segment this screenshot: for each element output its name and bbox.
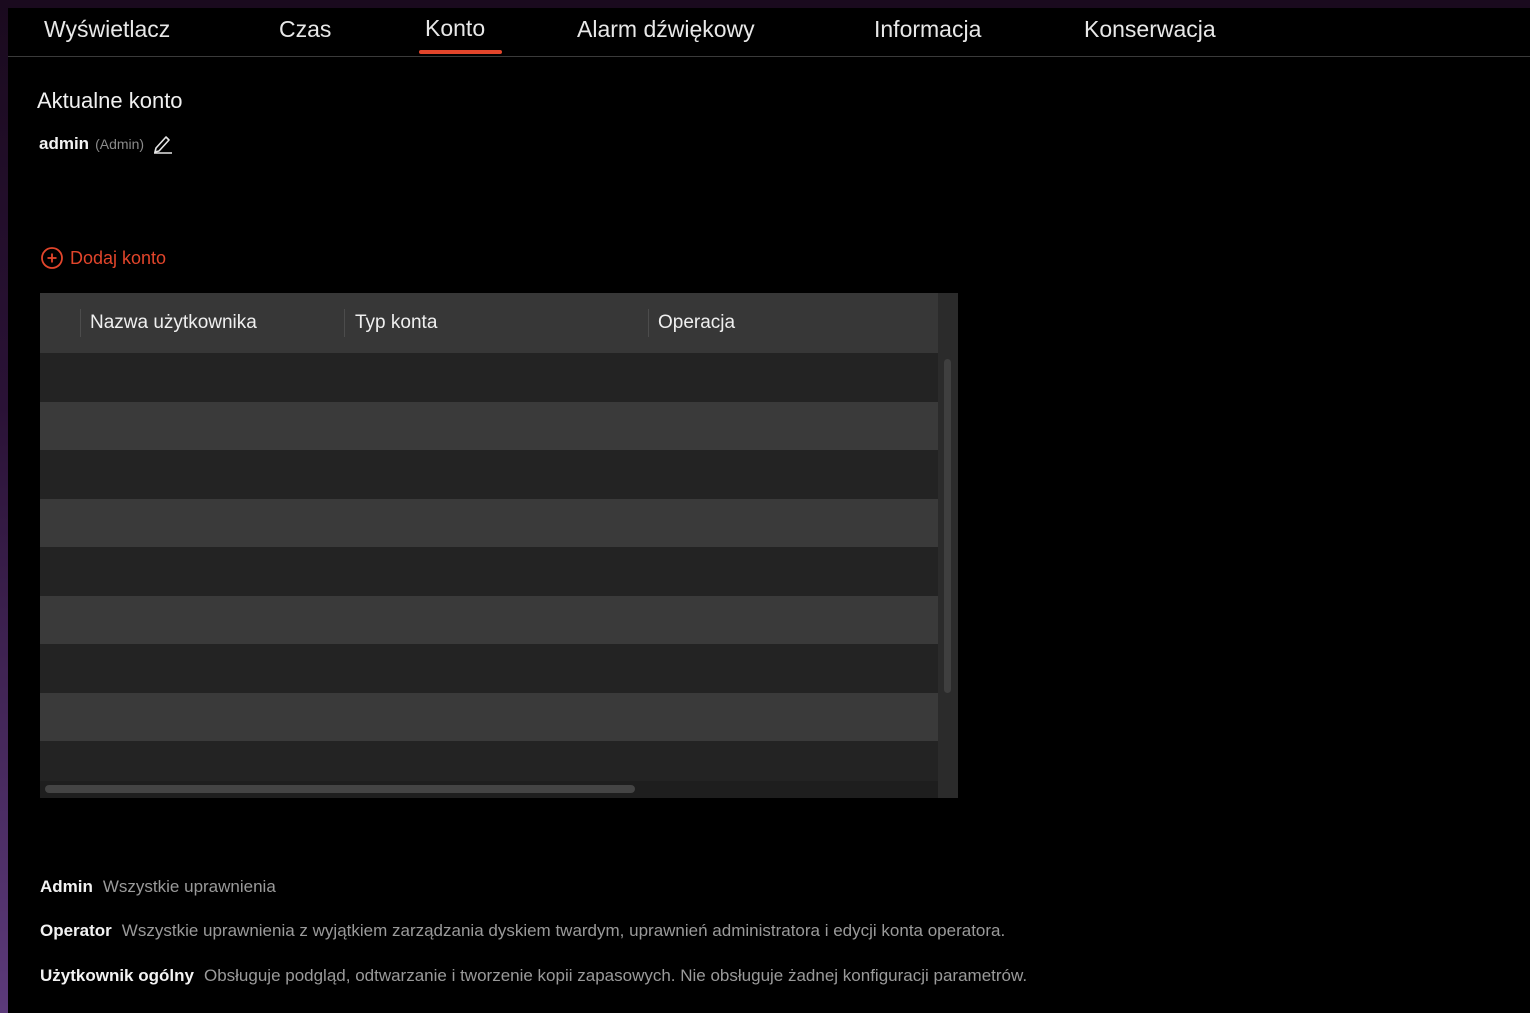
tab-display[interactable]: Wyświetlacz [44, 16, 170, 43]
tab-maintenance[interactable]: Konserwacja [1084, 16, 1216, 43]
current-account-title: Aktualne konto [37, 88, 183, 113]
table-row [40, 644, 938, 693]
pencil-icon[interactable] [152, 134, 174, 154]
column-header-username: Nazwa użytkownika [90, 312, 257, 333]
tab-sound-alarm[interactable]: Alarm dźwiękowy [577, 16, 755, 43]
legend-description: Obsługuje podgląd, odtwarzanie i tworzen… [203, 966, 1028, 985]
table-row [40, 498, 938, 547]
settings-screen: Wyświetlacz Czas Konto Alarm dźwiękowy I… [8, 8, 1530, 1013]
legend-admin: Admin Wszystkie uprawnienia [40, 877, 276, 897]
legend-key: Użytkownik ogólny [40, 966, 194, 985]
legend-operator: Operator Wszystkie uprawnienia z wyjątkie… [40, 921, 1005, 941]
table-row [40, 450, 938, 499]
tab-bar: Wyświetlacz Czas Konto Alarm dźwiękowy I… [8, 8, 1530, 57]
add-account-button[interactable]: Dodaj konto [40, 246, 166, 270]
legend-key: Admin [40, 877, 93, 896]
tab-time[interactable]: Czas [279, 16, 331, 43]
legend-description: Wszystkie uprawnienia [102, 877, 276, 896]
table-row [40, 692, 938, 741]
current-account-info: admin (Admin) [39, 134, 174, 154]
table-row [40, 547, 938, 596]
legend-key: Operator [40, 921, 112, 940]
vertical-scrollbar-thumb[interactable] [944, 359, 951, 693]
table-body [40, 353, 938, 781]
column-header-operation: Operacja [658, 312, 736, 333]
add-account-label: Dodaj konto [70, 247, 167, 268]
tab-account[interactable]: Konto [425, 15, 485, 42]
legend-general-user: Użytkownik ogólny Obsługuje podgląd, odtw… [40, 966, 1027, 986]
column-separator [80, 309, 81, 337]
current-username: admin [39, 134, 90, 153]
accounts-table: Nazwa użytkownika Typ konta Operacja [40, 293, 958, 798]
current-role: (Admin) [95, 136, 145, 152]
plus-circle-icon [41, 247, 63, 269]
table-row [40, 401, 938, 450]
legend-description: Wszystkie uprawnienia z wyjątkiem zarząd… [121, 921, 1006, 940]
table-row [40, 741, 938, 781]
horizontal-scrollbar-thumb[interactable] [45, 785, 635, 793]
table-row [40, 595, 938, 644]
column-separator [648, 309, 649, 337]
column-separator [344, 309, 345, 337]
column-header-account-type: Typ konta [355, 312, 438, 333]
active-tab-indicator [419, 50, 502, 54]
tab-information[interactable]: Informacja [874, 16, 981, 43]
table-header: Nazwa użytkownika Typ konta Operacja [40, 293, 938, 353]
table-row [40, 353, 938, 402]
